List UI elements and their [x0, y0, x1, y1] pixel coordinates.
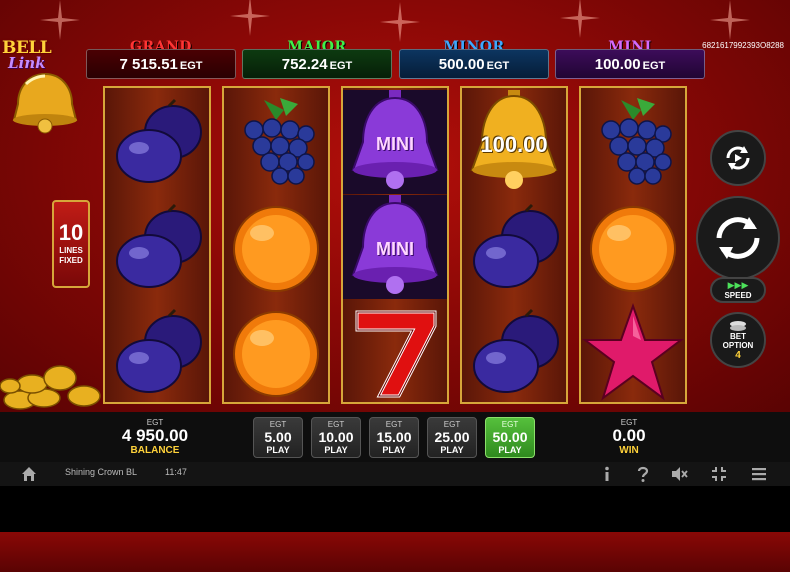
- jackpot-value: 7 515.51: [119, 55, 178, 73]
- sparkle-icon: [40, 0, 80, 40]
- help-icon[interactable]: [634, 465, 652, 483]
- win-value: 0.00: [612, 426, 646, 445]
- orange-icon: [233, 311, 319, 397]
- jackpot-currency: EGT: [179, 59, 203, 72]
- star-icon: [582, 302, 684, 401]
- mini-label: MINI: [376, 239, 414, 259]
- jackpot-value: 500.00: [438, 55, 485, 73]
- bet-play-label: PLAY: [440, 445, 464, 455]
- status-bar: Shining Crown BL 11:47: [0, 462, 790, 486]
- jackpot-currency: EGT: [642, 59, 666, 72]
- plum-icon: [116, 203, 202, 288]
- spin-button[interactable]: [696, 196, 780, 280]
- fixed-label: FIXED: [59, 256, 83, 265]
- blank-area: [0, 486, 790, 532]
- plum-icon: [116, 98, 202, 183]
- plum-icon: [473, 203, 559, 288]
- bet-value: 5.00: [264, 429, 292, 445]
- bet-play-label: PLAY: [382, 445, 406, 455]
- plum-icon: [473, 308, 559, 393]
- bet-label: BET: [730, 331, 746, 341]
- bet-button[interactable]: EGT 15.00 PLAY: [369, 417, 419, 458]
- fullscreen-icon[interactable]: [710, 465, 728, 483]
- sparkle-icon: [380, 2, 420, 42]
- jackpot-minor: MINOR 500.00 EGT: [399, 39, 549, 79]
- seven-icon: [355, 310, 437, 398]
- jackpot-box: 7 515.51 EGT: [86, 49, 236, 79]
- bet-value: 50.00: [492, 429, 528, 445]
- sparkle-icon: [560, 0, 600, 38]
- bet-option-value: 4: [735, 349, 741, 361]
- spin-icon: [716, 217, 760, 259]
- mini-bell-cell: MINI: [343, 195, 447, 299]
- clock: 11:47: [165, 467, 187, 477]
- win-display: EGT 0.00 WIN: [594, 418, 664, 456]
- bet-play-label: PLAY: [266, 445, 290, 455]
- reel-5: [579, 86, 687, 404]
- balance-display: EGT 4 950.00 BALANCE: [110, 418, 200, 456]
- bet-button-active[interactable]: EGT 50.00 PLAY: [485, 417, 535, 458]
- reel-2: [222, 86, 330, 404]
- grapes-icon: [601, 98, 672, 185]
- game-name: Shining Crown BL: [65, 467, 138, 477]
- balance-value: 4 950.00: [121, 426, 189, 445]
- speed-icon: ▶▶▶: [727, 280, 749, 290]
- jackpot-currency: EGT: [329, 59, 353, 72]
- bet-button[interactable]: EGT 25.00 PLAY: [427, 417, 477, 458]
- reel-3: MINI MINI: [341, 86, 449, 404]
- balance-label: BALANCE: [130, 445, 180, 456]
- speed-label: SPEED: [724, 291, 752, 300]
- autoplay-button[interactable]: [710, 130, 766, 186]
- jackpot-major: MAJOR 752.24 EGT: [242, 39, 392, 79]
- jackpot-currency: EGT: [486, 59, 510, 72]
- game-id: 6821617992393O8288: [702, 41, 784, 50]
- game-logo: BELL Link: [0, 38, 90, 138]
- background-strip: [0, 532, 790, 572]
- bet-play-label: PLAY: [324, 445, 348, 455]
- win-label: WIN: [619, 445, 639, 456]
- jackpot-box: 500.00 EGT: [399, 49, 549, 79]
- bet-value: 10.00: [318, 429, 354, 445]
- jackpot-value: 752.24: [281, 55, 328, 73]
- sparkle-icon: [710, 0, 750, 40]
- bet-value: 15.00: [376, 429, 412, 445]
- lines-fixed-badge: 10 LINES FIXED: [52, 200, 90, 288]
- bottom-bar: EGT 4 950.00 BALANCE EGT 5.00 PLAY EGT 1…: [0, 412, 790, 462]
- orange-icon: [233, 206, 319, 292]
- lines-label: LINES: [59, 246, 83, 255]
- grapes-icon: [244, 98, 315, 185]
- bet-option-button[interactable]: BET OPTION 4: [710, 312, 766, 368]
- bet-button[interactable]: EGT 5.00 PLAY: [253, 417, 303, 458]
- menu-icon[interactable]: [750, 465, 768, 483]
- sparkle-icon: [230, 0, 270, 36]
- jackpot-box: 752.24 EGT: [242, 49, 392, 79]
- bell-icon: [12, 72, 78, 134]
- speed-button[interactable]: ▶▶▶ SPEED: [710, 277, 766, 303]
- autoplay-icon: [726, 146, 750, 170]
- jackpot-grand: GRAND 7 515.51 EGT: [86, 39, 236, 79]
- lines-count: 10: [58, 220, 84, 245]
- info-icon[interactable]: [598, 465, 616, 483]
- gold-bell-cell: 100.00: [462, 90, 566, 194]
- jackpot-mini: MINI 100.00 EGT: [555, 39, 705, 79]
- mute-icon[interactable]: [670, 465, 688, 483]
- game-area: BELL Link GRAND 7 515.51 EGT MAJOR 752.2…: [0, 0, 790, 412]
- orange-icon: [590, 206, 676, 292]
- coins-icon: [0, 365, 101, 410]
- home-icon[interactable]: [20, 465, 38, 483]
- mini-label: MINI: [376, 134, 414, 154]
- bet-play-label: PLAY: [498, 445, 522, 455]
- chips-icon: [730, 320, 746, 331]
- jackpot-box: 100.00 EGT: [555, 49, 705, 79]
- bell-value: 100.00: [480, 132, 548, 157]
- bet-value: 25.00: [434, 429, 470, 445]
- bet-button[interactable]: EGT 10.00 PLAY: [311, 417, 361, 458]
- mini-bell-cell: MINI: [343, 90, 447, 194]
- plum-icon: [116, 308, 202, 393]
- reel-1: [103, 86, 211, 404]
- reel-4: 100.00: [460, 86, 568, 404]
- jackpot-value: 100.00: [594, 55, 641, 73]
- option-label: OPTION: [722, 340, 754, 350]
